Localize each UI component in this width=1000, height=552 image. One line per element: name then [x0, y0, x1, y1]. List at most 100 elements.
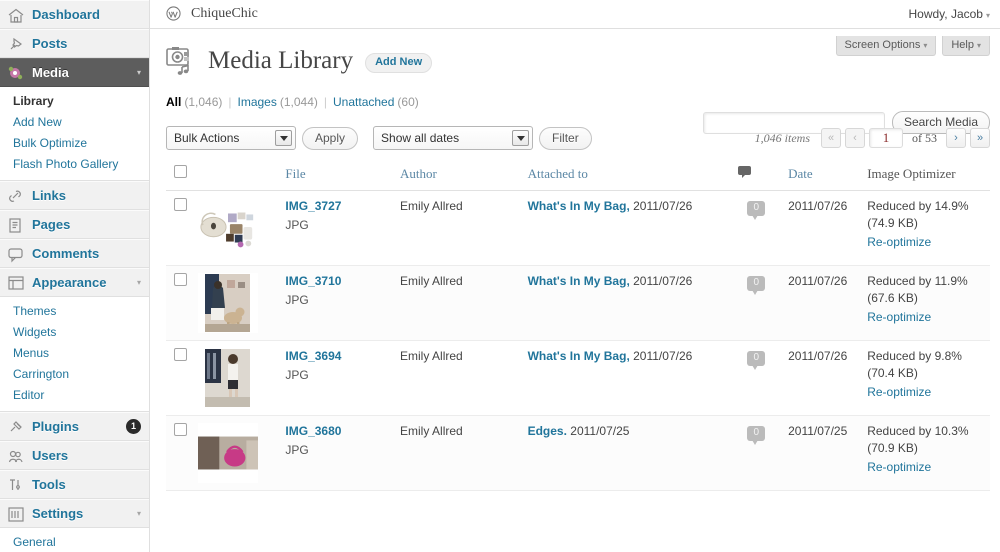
filter-separator: | [228, 95, 232, 109]
screen-meta-links: Screen Options ▾ Help ▾ [835, 36, 990, 56]
row-optimizer-cell: Reduced by 14.9% (74.9 KB) Re-optimize [860, 190, 990, 266]
date-filter-select[interactable]: Show all dates [373, 126, 534, 150]
next-page-button[interactable]: › [946, 128, 966, 148]
sidebar-item-pages[interactable]: Pages [0, 210, 149, 239]
comment-count-badge[interactable]: 0 [747, 275, 766, 295]
re-optimize-link[interactable]: Re-optimize [867, 234, 988, 251]
submenu-item-widgets[interactable]: Widgets [0, 322, 149, 343]
person-with-dog-photo[interactable] [197, 273, 258, 333]
author-name: Emily Allred [400, 349, 463, 363]
row-checkbox[interactable] [174, 273, 187, 286]
author-name: Emily Allred [400, 424, 463, 438]
sidebar-item-tools[interactable]: Tools [0, 470, 149, 499]
submenu-item-add-new[interactable]: Add New [0, 112, 149, 133]
attached-post-link[interactable]: What's In My Bag, [528, 274, 630, 288]
row-thumbnail-cell [191, 265, 279, 341]
submenu-item-general[interactable]: General [0, 532, 149, 552]
sidebar-item-users[interactable]: Users [0, 441, 149, 470]
row-checkbox[interactable] [174, 423, 187, 436]
attached-post-link[interactable]: What's In My Bag, [528, 199, 630, 213]
sidebar-item-posts[interactable]: Posts [0, 29, 149, 58]
filter-item-all: All (1,046) [166, 93, 222, 111]
sidebar-item-label: Appearance [32, 275, 107, 290]
file-name-link[interactable]: IMG_3727 [285, 199, 341, 213]
re-optimize-link[interactable]: Re-optimize [867, 459, 988, 476]
row-select-cell [166, 415, 192, 491]
howdy-menu[interactable]: Howdy, Jacob ▾ [909, 7, 991, 21]
wordpress-logo-icon [166, 6, 184, 22]
admin-bar: ChiqueChic Howdy, Jacob ▾ [150, 0, 1000, 29]
comment-count-badge[interactable]: 0 [747, 425, 766, 445]
sidebar-item-label: Comments [32, 246, 100, 261]
sidebar-item-media[interactable]: Media ▾ [0, 58, 149, 87]
submenu-item-themes[interactable]: Themes [0, 301, 149, 322]
file-column-header[interactable]: File [278, 158, 394, 191]
table-row: IMG_3680 JPG Emily Allred Edges. 2011/07/25… [166, 415, 990, 491]
submenu-item-library[interactable]: Library [0, 91, 149, 112]
current-page-input[interactable] [869, 128, 903, 148]
row-checkbox[interactable] [174, 348, 187, 361]
comment-count-badge[interactable]: 0 [747, 200, 766, 220]
row-select-cell [166, 265, 192, 341]
sidebar-item-appearance[interactable]: Appearance ▾ [0, 268, 149, 297]
sidebar-item-dashboard[interactable]: Dashboard [0, 0, 149, 29]
re-optimize-link[interactable]: Re-optimize [867, 384, 988, 401]
re-optimize-link[interactable]: Re-optimize [867, 309, 988, 326]
filter-separator: | [323, 95, 328, 109]
total-pages-label: of 53 [912, 130, 937, 145]
media-table: File Author Attached to Date Image Optim… [166, 158, 990, 491]
author-column-header[interactable]: Author [393, 158, 521, 191]
file-name-link[interactable]: IMG_3710 [285, 274, 341, 288]
filter-link-images[interactable]: Images [238, 93, 277, 111]
filter-link-all[interactable]: All [166, 93, 181, 111]
table-row: IMG_3710 JPG Emily Allred What's In My Bag,… [166, 265, 990, 341]
pin-icon [7, 36, 25, 52]
submenu-item-carrington[interactable]: Carrington [0, 364, 149, 385]
screen-options-button[interactable]: Screen Options ▾ [835, 36, 937, 56]
row-attached-cell: What's In My Bag, 2011/07/26 [520, 265, 732, 341]
select-all-checkbox[interactable] [174, 165, 187, 178]
sidebar-item-settings[interactable]: Settings ▾ [0, 499, 149, 528]
author-name: Emily Allred [400, 274, 463, 288]
settings-icon [7, 506, 25, 522]
submenu-item-menus[interactable]: Menus [0, 343, 149, 364]
apply-button[interactable]: Apply [302, 126, 359, 150]
file-name-link[interactable]: IMG_3694 [285, 349, 341, 363]
bulk-actions-value: Bulk Actions [174, 131, 240, 145]
comments-column-header[interactable] [731, 158, 782, 191]
bulk-actions-select[interactable]: Bulk Actions [166, 126, 296, 150]
prev-page-button[interactable]: ‹ [845, 128, 865, 148]
attached-post-link[interactable]: Edges. [528, 424, 567, 438]
sidebar-item-label: Settings [32, 506, 84, 521]
attached-post-date: 2011/07/25 [570, 424, 630, 438]
woman-shopping-photo[interactable] [197, 348, 258, 408]
help-button[interactable]: Help ▾ [942, 36, 990, 56]
file-name-link[interactable]: IMG_3680 [285, 424, 341, 438]
pink-handbag-photo[interactable] [197, 423, 258, 483]
page-icon [7, 217, 25, 233]
row-file-cell: IMG_3680 JPG [278, 415, 394, 491]
comment-count-badge[interactable]: 0 [747, 350, 766, 370]
filter-link-unattached[interactable]: Unattached [333, 93, 394, 111]
plugin-icon [7, 419, 25, 435]
row-checkbox[interactable] [174, 198, 187, 211]
submenu-item-editor[interactable]: Editor [0, 385, 149, 406]
submenu-item-bulk-optimize[interactable]: Bulk Optimize [0, 133, 149, 154]
last-page-button[interactable]: » [970, 128, 990, 148]
site-name[interactable]: ChiqueChic [166, 6, 258, 22]
attached-post-link[interactable]: What's In My Bag, [528, 349, 630, 363]
handbag-contents-photo[interactable] [197, 198, 258, 258]
filter-button[interactable]: Filter [539, 126, 592, 150]
date-column-header[interactable]: Date [781, 158, 861, 191]
first-page-button[interactable]: « [821, 128, 841, 148]
submenu-item-flash-photo-gallery[interactable]: Flash Photo Gallery [0, 154, 149, 175]
attached-to-column-header[interactable]: Attached to [520, 158, 732, 191]
table-nav-top: Bulk Actions Apply Show all dates Filter… [166, 123, 990, 153]
row-author-cell: Emily Allred [393, 265, 521, 341]
sidebar-item-comments[interactable]: Comments [0, 239, 149, 268]
help-label: Help [951, 39, 974, 51]
select-all-column [166, 158, 192, 191]
add-new-button[interactable]: Add New [365, 53, 433, 73]
sidebar-item-plugins[interactable]: Plugins 1 [0, 412, 149, 441]
sidebar-item-links[interactable]: Links [0, 181, 149, 210]
